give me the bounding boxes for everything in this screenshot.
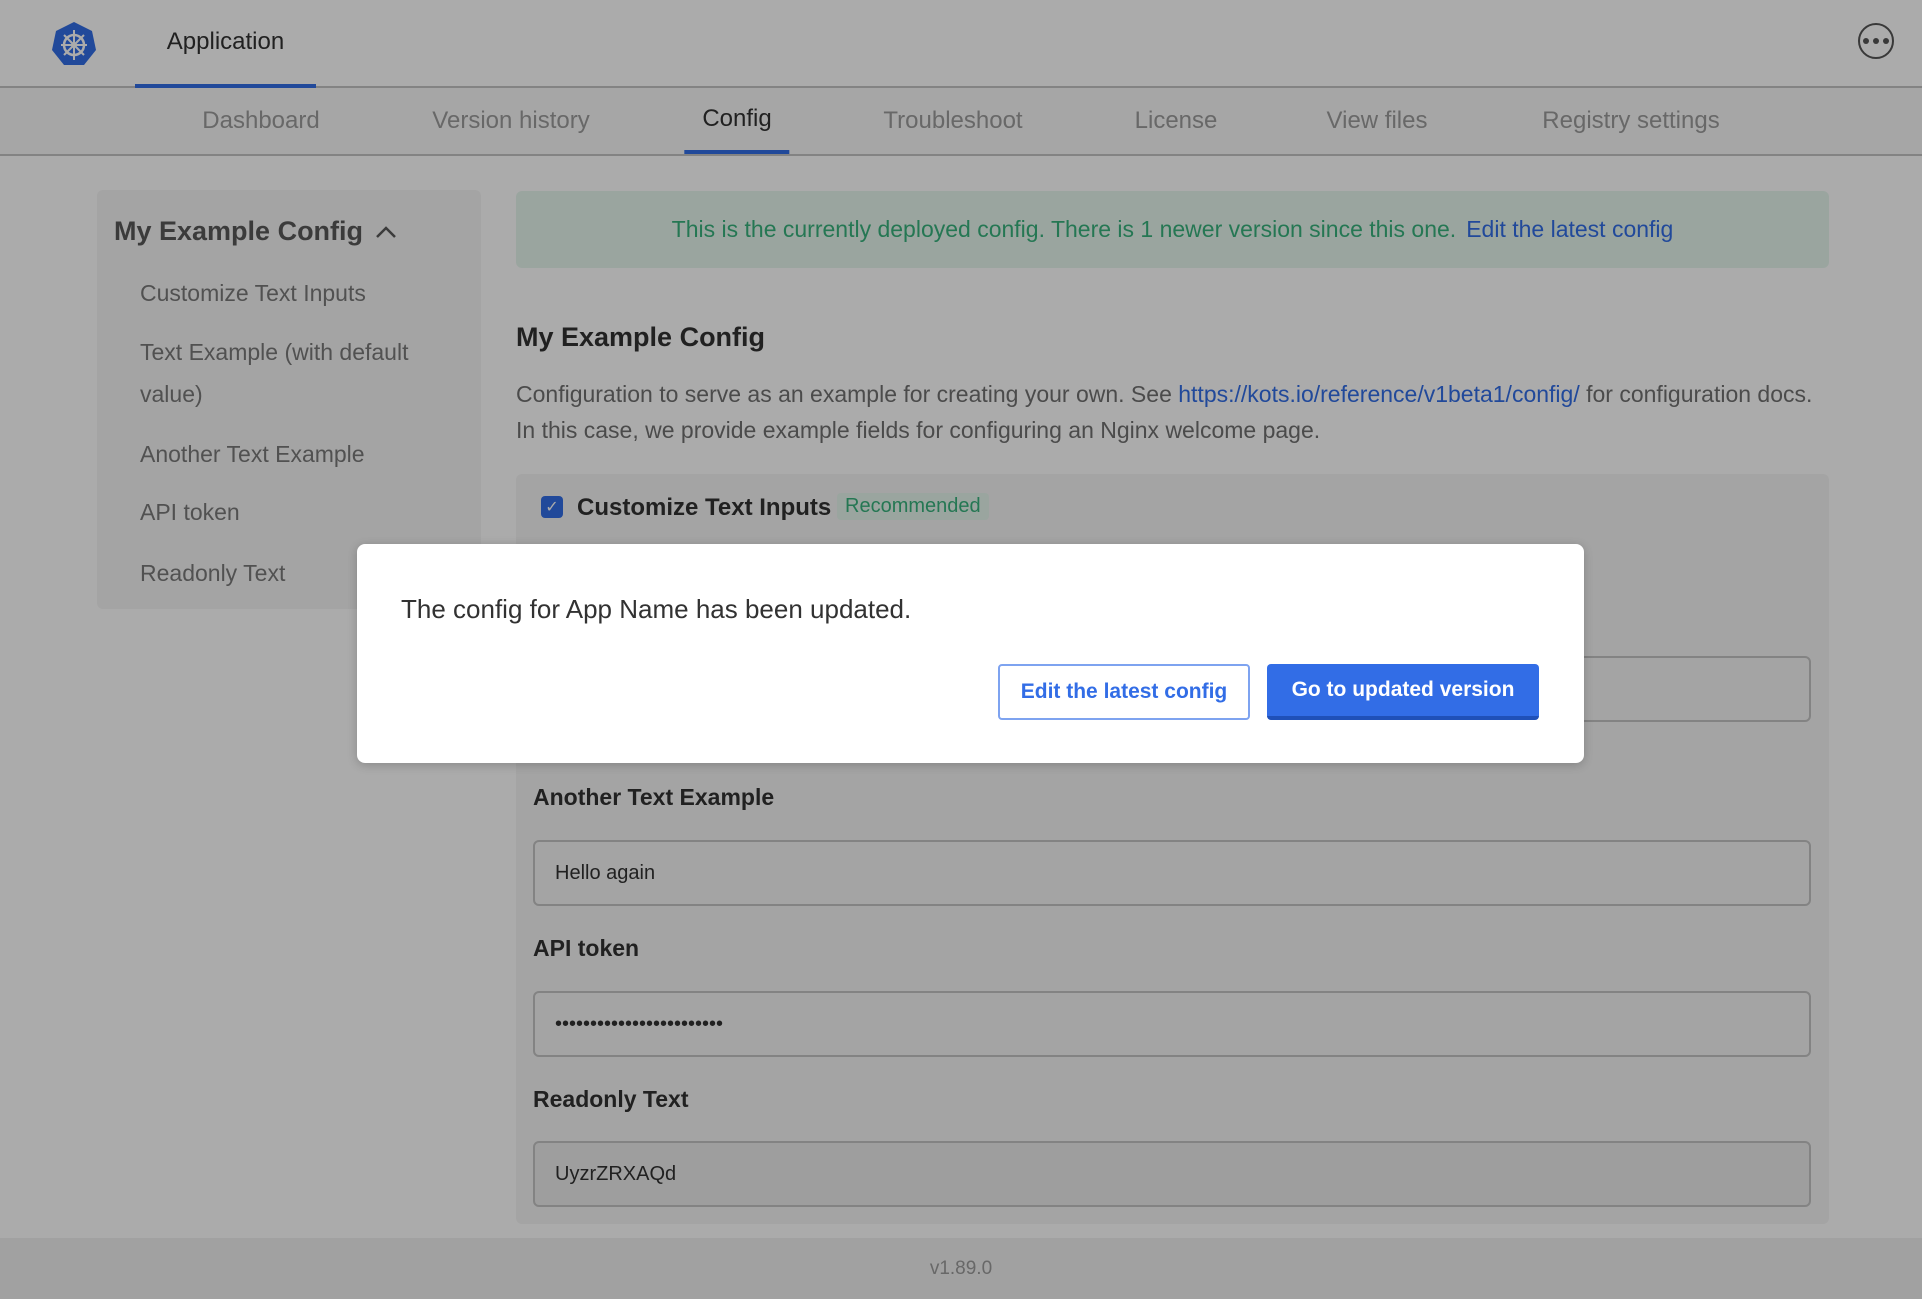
- config-updated-modal: The config for App Name has been updated…: [357, 544, 1584, 763]
- edit-latest-config-button[interactable]: Edit the latest config: [998, 664, 1250, 720]
- modal-message: The config for App Name has been updated…: [401, 594, 912, 624]
- go-to-updated-version-button[interactable]: Go to updated version: [1267, 664, 1539, 720]
